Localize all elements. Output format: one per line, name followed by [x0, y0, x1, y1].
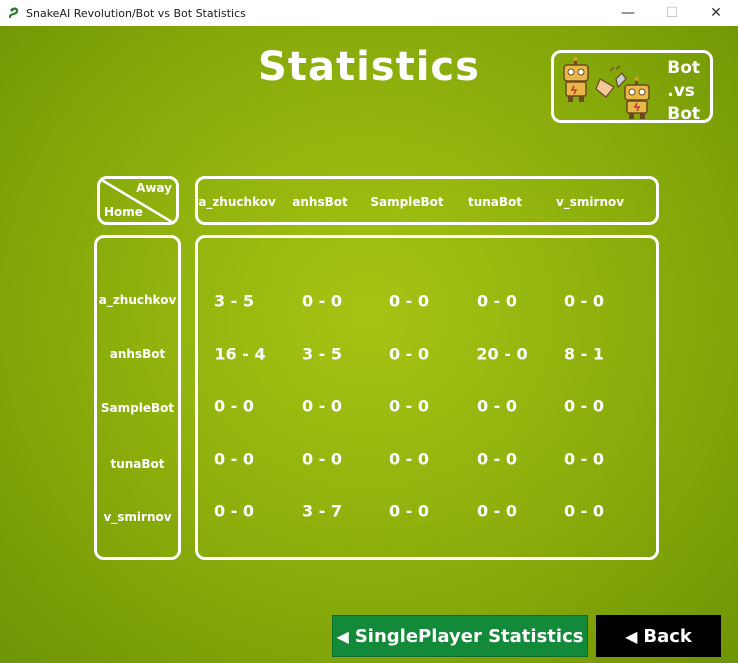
statistics-screen: Statistics Bot .vs Bot Away Home a_zhuch… [0, 26, 738, 663]
snake-app-icon [6, 5, 22, 21]
left-arrow-icon: ◀ [336, 626, 349, 646]
row-header-tunaBot: tunaBot [110, 457, 165, 471]
score-cell: 0 - 0 [213, 396, 255, 416]
score-cell: 8 - 1 [563, 344, 605, 364]
window-titlebar: SnakeAI Revolution/Bot vs Bot Statistics… [0, 0, 738, 26]
window-title: SnakeAI Revolution/Bot vs Bot Statistics [26, 6, 246, 20]
mode-label: Bot .vs Bot [667, 57, 700, 126]
row-header-v_smirnov: v_smirnov [103, 510, 172, 524]
score-cell: 0 - 0 [563, 449, 605, 469]
maximize-icon: ☐ [665, 5, 679, 21]
minimize-button[interactable]: — [606, 0, 650, 26]
score-cell: 20 - 0 [476, 344, 528, 364]
close-button[interactable]: ✕ [694, 0, 738, 26]
score-cell: 0 - 0 [213, 449, 255, 469]
score-cell: 0 - 0 [301, 291, 343, 311]
mode-label-line1: Bot [667, 58, 700, 78]
score-cell: 3 - 5 [213, 291, 255, 311]
score-cell: 0 - 0 [301, 449, 343, 469]
maximize-button[interactable]: ☐ [650, 0, 694, 26]
row-header-anhsBot: anhsBot [109, 347, 166, 361]
score-cell: 0 - 0 [563, 501, 605, 521]
back-label: Back [643, 625, 692, 647]
minimize-icon: — [621, 5, 635, 21]
score-cell: 0 - 0 [476, 501, 518, 521]
back-button[interactable]: ◀ Back [596, 615, 721, 657]
score-cell: 0 - 0 [476, 396, 518, 416]
score-cell: 0 - 0 [476, 291, 518, 311]
mode-label-line3: Bot [667, 104, 700, 124]
score-grid: 3 - 5 0 - 0 0 - 0 0 - 0 0 - 0 16 - 4 3 -… [195, 235, 659, 560]
score-cell: 0 - 0 [388, 501, 430, 521]
row-header-SampleBot: SampleBot [100, 401, 175, 415]
score-cell: 0 - 0 [563, 291, 605, 311]
column-header-v_smirnov: v_smirnov [555, 195, 625, 209]
left-arrow-icon: ◀ [625, 626, 638, 646]
score-cell: 0 - 0 [563, 396, 605, 416]
score-cell: 0 - 0 [388, 344, 430, 364]
mode-badge: Bot .vs Bot [551, 50, 713, 126]
close-icon: ✕ [710, 5, 722, 21]
score-cell: 0 - 0 [388, 449, 430, 469]
score-cell: 0 - 0 [388, 396, 430, 416]
singleplayer-statistics-label: SinglePlayer Statistics [354, 625, 584, 647]
mode-label-line2: .vs [667, 81, 695, 101]
score-cell: 0 - 0 [388, 291, 430, 311]
score-cell: 0 - 0 [301, 396, 343, 416]
column-header-a_zhuchkov: a_zhuchkov [198, 195, 276, 209]
robots-handshake-icon [563, 57, 650, 119]
score-cell: 3 - 7 [301, 501, 343, 521]
singleplayer-statistics-button[interactable]: ◀ SinglePlayer Statistics [332, 615, 588, 657]
column-header-anhsBot: anhsBot [292, 195, 348, 209]
corner-home-label: Home [104, 205, 143, 219]
row-header-a_zhuchkov: a_zhuchkov [98, 293, 177, 307]
row-header-box: a_zhuchkov anhsBot SampleBot tunaBot v_s… [94, 235, 181, 560]
corner-away-label: Away [136, 181, 172, 195]
column-header-SampleBot: SampleBot [370, 195, 444, 209]
score-cell: 3 - 5 [301, 344, 343, 364]
column-header-tunaBot: tunaBot [467, 195, 523, 209]
column-header-box: a_zhuchkov anhsBot SampleBot tunaBot v_s… [195, 176, 659, 225]
table-corner-cell: Away Home [97, 176, 179, 225]
score-cell: 0 - 0 [476, 449, 518, 469]
score-cell: 16 - 4 [214, 344, 266, 364]
score-cell: 0 - 0 [213, 501, 255, 521]
